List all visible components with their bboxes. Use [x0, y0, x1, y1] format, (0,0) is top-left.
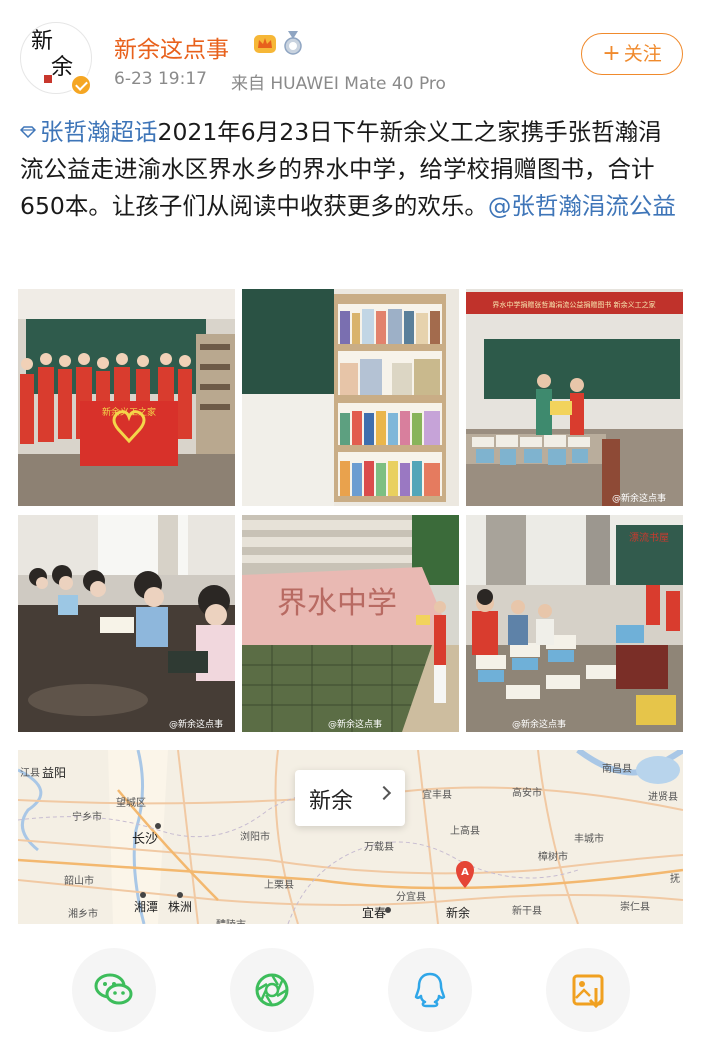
qq-icon: [414, 972, 446, 1008]
verified-badge-icon: [70, 74, 92, 96]
map-label-chongren: 崇仁县: [620, 902, 650, 913]
map-label-ningxiang: 宁乡市: [72, 812, 102, 823]
map-label-yiyang: 益阳: [42, 766, 67, 780]
map-label-wangcheng: 望城区: [116, 798, 146, 809]
user-name[interactable]: 新余这点事: [114, 30, 229, 64]
photo-watermark: @新余这点事: [328, 718, 382, 730]
map-label-shaoshan: 韶山市: [64, 876, 94, 887]
map-label-jiangxian: 江县: [20, 768, 40, 779]
photo-volunteers-banner[interactable]: 新余义工之家: [18, 289, 235, 506]
photo-school-sign[interactable]: 界水中学 @新余这点事: [242, 515, 459, 732]
save-image-button[interactable]: [546, 948, 630, 1032]
map-label-fenyi: 分宜县: [396, 892, 426, 903]
banner-text: 新余义工之家: [102, 406, 156, 418]
share-qq-button[interactable]: [388, 948, 472, 1032]
map-label-fu: 抚: [670, 874, 680, 885]
map-label-xiangxiang: 湘乡市: [68, 909, 98, 920]
save-image-icon: [572, 974, 604, 1009]
photo-school-image: 界水中学 @新余这点事: [242, 515, 459, 732]
map-label-xinyu: 新余: [446, 906, 471, 920]
plus-icon: +: [602, 41, 621, 66]
wall-sign-text: 漂流书屋: [629, 531, 669, 544]
map-marker-letter: A: [461, 867, 469, 878]
chevron-right-icon: [376, 785, 392, 801]
avatar-text-2: 余: [51, 55, 74, 80]
avatar-seal: [44, 75, 52, 83]
map-label-shanggao: 上高县: [450, 826, 480, 837]
post-time: 6-23 19:17: [114, 69, 207, 89]
share-bar: [0, 948, 703, 1038]
medal-badge-icon: [284, 31, 302, 55]
map-label-gaoan: 高安市: [512, 788, 542, 799]
school-sign-text: 界水中学: [277, 586, 397, 621]
map-label-liling: 醴陵市: [216, 916, 246, 924]
map-label-nanchang: 南昌县: [602, 764, 632, 775]
diamond-topic-icon: [20, 126, 36, 138]
topic-link[interactable]: 张哲瀚超话: [20, 118, 158, 146]
avatar-text-1: 新: [31, 29, 54, 54]
share-wechat-button[interactable]: [72, 948, 156, 1032]
post-source: 来自 HUAWEI Mate 40 Pro: [231, 74, 446, 94]
mention-link[interactable]: @张哲瀚涓流公益: [488, 192, 676, 220]
map-label-yifeng: 宜丰县: [422, 790, 452, 801]
photo-watermark: @新余这点事: [612, 492, 666, 504]
wechat-icon: [94, 973, 133, 1005]
crown-badge-icon: [254, 35, 276, 53]
map-label-fengcheng: 丰城市: [574, 834, 604, 845]
photo-handover-image: 界水中学捐赠张哲瀚涓流公益捐赠图书 新余义工之家 @新余这点事: [466, 289, 683, 506]
photo-reading-image: @新余这点事: [18, 515, 235, 732]
photo-picking-image: 漂流书屋 @新余这点事: [466, 515, 683, 732]
map-label-liuyang: 浏阳市: [240, 832, 270, 843]
photo-watermark: @新余这点事: [512, 718, 566, 730]
photo-grid: 新余义工之家 界水中学捐赠张哲瀚涓流公益捐赠图书 新余义工之家 @新余这点事 @…: [18, 289, 683, 732]
map-label-wanzai: 万载县: [364, 842, 394, 853]
share-moments-button[interactable]: [230, 948, 314, 1032]
map-location-callout[interactable]: 新余: [295, 770, 405, 826]
photo-bookshelf-image: [242, 289, 459, 506]
map-label-zhuzhou: 株洲: [168, 900, 193, 914]
map-label-xingan: 新干县: [512, 906, 542, 917]
map-label-zhangshu: 樟树市: [538, 852, 568, 863]
topic-label: 张哲瀚超话: [40, 118, 158, 146]
post-header: 新 余 新余这点事 6-23 19:17 来自 HUAWEI Mate 40 P…: [0, 0, 703, 110]
moments-icon: [255, 973, 289, 1007]
photo-bookshelf[interactable]: [242, 289, 459, 506]
photo-book-handover[interactable]: 界水中学捐赠张哲瀚涓流公益捐赠图书 新余义工之家 @新余这点事: [466, 289, 683, 506]
photo-volunteers-image: 新余义工之家: [18, 289, 235, 506]
post-text: 张哲瀚超话2021年6月23日下午新余义工之家携手张哲瀚涓流公益走进渝水区界水乡…: [20, 114, 685, 225]
map-label-jinxian: 进贤县: [648, 792, 678, 803]
photo-picking-books[interactable]: 漂流书屋 @新余这点事: [466, 515, 683, 732]
map-callout-label: 新余: [309, 789, 354, 814]
map-label-xiangtan: 湘潭: [134, 900, 159, 914]
follow-label: 关注: [623, 43, 662, 65]
follow-button[interactable]: + 关注: [581, 33, 683, 75]
map-label-changsha: 长沙: [132, 832, 159, 847]
room-banner-text: 界水中学捐赠张哲瀚涓流公益捐赠图书 新余义工之家: [492, 300, 655, 309]
photo-watermark: @新余这点事: [169, 718, 223, 730]
photo-students-reading[interactable]: @新余这点事: [18, 515, 235, 732]
map-label-yichun: 宜春: [362, 906, 387, 920]
map-label-shangli: 上栗县: [264, 880, 294, 891]
